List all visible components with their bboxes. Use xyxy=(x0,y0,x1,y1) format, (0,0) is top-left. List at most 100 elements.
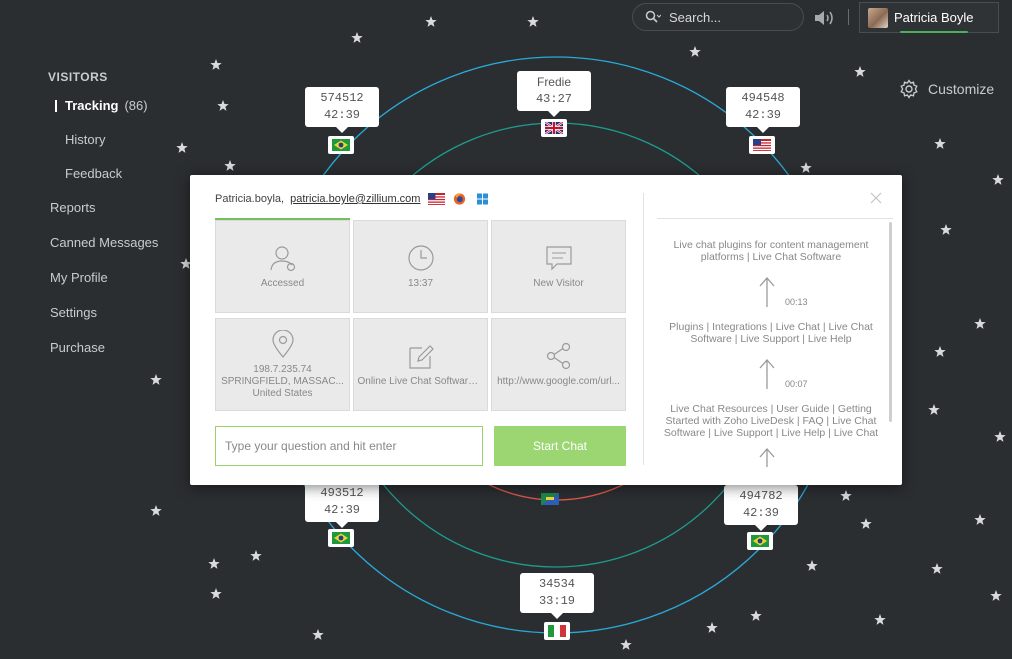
star-decoration xyxy=(854,66,866,77)
sidebar-item-reports[interactable]: Reports xyxy=(48,200,198,235)
start-chat-button[interactable]: Start Chat xyxy=(494,426,626,466)
visitor-email[interactable]: patricia.boyle@zillium.com xyxy=(290,193,420,205)
time-spent: 00:07 xyxy=(785,379,808,389)
visitor-flag[interactable] xyxy=(544,622,570,640)
search-icon xyxy=(645,10,661,23)
visitor-time: 42:39 xyxy=(323,108,360,122)
sidebar-item-my-profile[interactable]: My Profile xyxy=(48,270,198,305)
visitor-id: 574512 xyxy=(320,91,364,105)
visitor-flag[interactable] xyxy=(749,136,775,154)
tile-label: Accessed xyxy=(260,277,305,289)
clock-icon xyxy=(407,244,434,271)
star-decoration xyxy=(210,588,222,599)
tile-label: Online Live Chat Software ... xyxy=(357,375,484,387)
arrow-up-icon xyxy=(759,277,775,307)
sidebar-item-history[interactable]: History xyxy=(48,132,198,166)
location-pin-icon xyxy=(271,329,294,358)
visitor-id: 494782 xyxy=(739,489,783,503)
star-decoration xyxy=(208,558,220,569)
speaker-icon[interactable] xyxy=(813,9,835,27)
sidebar-item-tracking[interactable]: Tracking (86) xyxy=(48,98,198,132)
visited-page[interactable]: Live Chat Resources | User Guide | Getti… xyxy=(661,403,881,439)
visitor-name: Patricia.boyla, xyxy=(215,193,285,205)
customize-label: Customize xyxy=(928,81,995,97)
star-decoration xyxy=(806,560,818,571)
star-decoration xyxy=(312,629,324,640)
visitor-bubble[interactable]: 34534 33:19 xyxy=(520,573,594,619)
star-decoration xyxy=(150,505,162,516)
star-decoration xyxy=(706,622,718,633)
visitor-bubble[interactable]: 494548 42:39 xyxy=(726,87,800,133)
tile-label: http://www.google.com/url... xyxy=(497,375,620,387)
scrollbar[interactable] xyxy=(889,222,892,422)
search-input[interactable] xyxy=(669,9,789,25)
question-input[interactable] xyxy=(215,426,483,466)
tile-search-term: Online Live Chat Software ... xyxy=(353,318,488,411)
star-decoration xyxy=(351,32,363,43)
windows-icon xyxy=(477,193,489,205)
uk-flag-icon xyxy=(545,122,563,134)
star-decoration xyxy=(994,431,1006,442)
visitor-flag[interactable] xyxy=(328,136,354,154)
tile-label: New Visitor xyxy=(533,277,584,289)
close-icon[interactable] xyxy=(870,192,882,204)
panel-divider xyxy=(643,193,644,465)
visitor-bubble[interactable]: 493512 42:39 xyxy=(305,482,379,528)
chat-icon xyxy=(545,245,572,270)
visitor-id: 494548 xyxy=(741,91,785,105)
visited-page[interactable]: Live chat plugins for content management… xyxy=(661,239,881,263)
star-decoration xyxy=(210,59,222,70)
star-decoration xyxy=(425,16,437,27)
brazil-flag-icon xyxy=(332,532,350,544)
visitor-flag[interactable] xyxy=(537,490,563,508)
visitor-flag[interactable] xyxy=(328,529,354,547)
star-decoration xyxy=(990,590,1002,601)
visitor-bubble[interactable]: 574512 42:39 xyxy=(305,87,379,133)
sidebar-item-canned-messages[interactable]: Canned Messages xyxy=(48,235,198,270)
tile-location: 198.7.235.74 SPRINGFIELD, MASSAC... Unit… xyxy=(215,318,350,411)
star-decoration xyxy=(934,346,946,357)
star-decoration xyxy=(874,614,886,625)
sidebar-item-feedback[interactable]: Feedback xyxy=(48,166,198,200)
sidebar-nav: VISITORS Tracking (86) History Feedback R… xyxy=(48,70,198,375)
visitor-bubble[interactable]: 494782 42:39 xyxy=(724,485,798,531)
star-decoration xyxy=(800,162,812,173)
star-decoration xyxy=(224,160,236,171)
visitor-id: 493512 xyxy=(320,486,364,500)
share-icon xyxy=(546,342,570,369)
tracking-count: (86) xyxy=(124,98,148,113)
us-flag-icon xyxy=(428,193,446,205)
visited-page[interactable]: Plugins | Integrations | Live Chat | Liv… xyxy=(661,321,881,345)
visitor-flag[interactable] xyxy=(541,119,567,137)
user-menu[interactable]: Patricia Boyle xyxy=(859,2,999,33)
search-box[interactable] xyxy=(632,3,804,31)
gear-icon xyxy=(900,79,918,99)
visitor-flag[interactable] xyxy=(747,532,773,550)
star-decoration xyxy=(928,404,940,415)
tile-accessed: Accessed xyxy=(215,220,350,313)
star-decoration xyxy=(934,138,946,149)
brazil-flag-icon xyxy=(751,535,769,547)
star-decoration xyxy=(150,374,162,385)
tile-referrer[interactable]: http://www.google.com/url... xyxy=(491,318,626,411)
star-decoration xyxy=(931,563,943,574)
visitor-time: 42:39 xyxy=(744,108,781,122)
arrow-up-icon xyxy=(759,448,775,467)
ip-address: 198.7.235.74 xyxy=(253,363,312,375)
star-decoration xyxy=(974,514,986,525)
star-decoration xyxy=(620,639,632,650)
sidebar-item-purchase[interactable]: Purchase xyxy=(48,340,198,375)
customize-button[interactable]: Customize xyxy=(899,79,994,99)
visitor-header: Patricia.boyla, patricia.boyle@zillium.c… xyxy=(215,193,491,205)
us-flag-icon xyxy=(753,139,771,151)
sidebar-section-title: VISITORS xyxy=(48,70,108,84)
tile-visitor-type: New Visitor xyxy=(491,220,626,313)
visitor-time: 42:39 xyxy=(742,506,779,520)
online-status-bar xyxy=(900,31,968,33)
star-decoration xyxy=(940,224,952,235)
sidebar-item-settings[interactable]: Settings xyxy=(48,305,198,340)
edit-icon xyxy=(408,344,434,369)
visitor-bubble[interactable]: Fredie 43:27 xyxy=(517,71,591,117)
star-decoration xyxy=(527,16,539,27)
visitor-details-modal: Patricia.boyla, patricia.boyle@zillium.c… xyxy=(190,175,902,485)
